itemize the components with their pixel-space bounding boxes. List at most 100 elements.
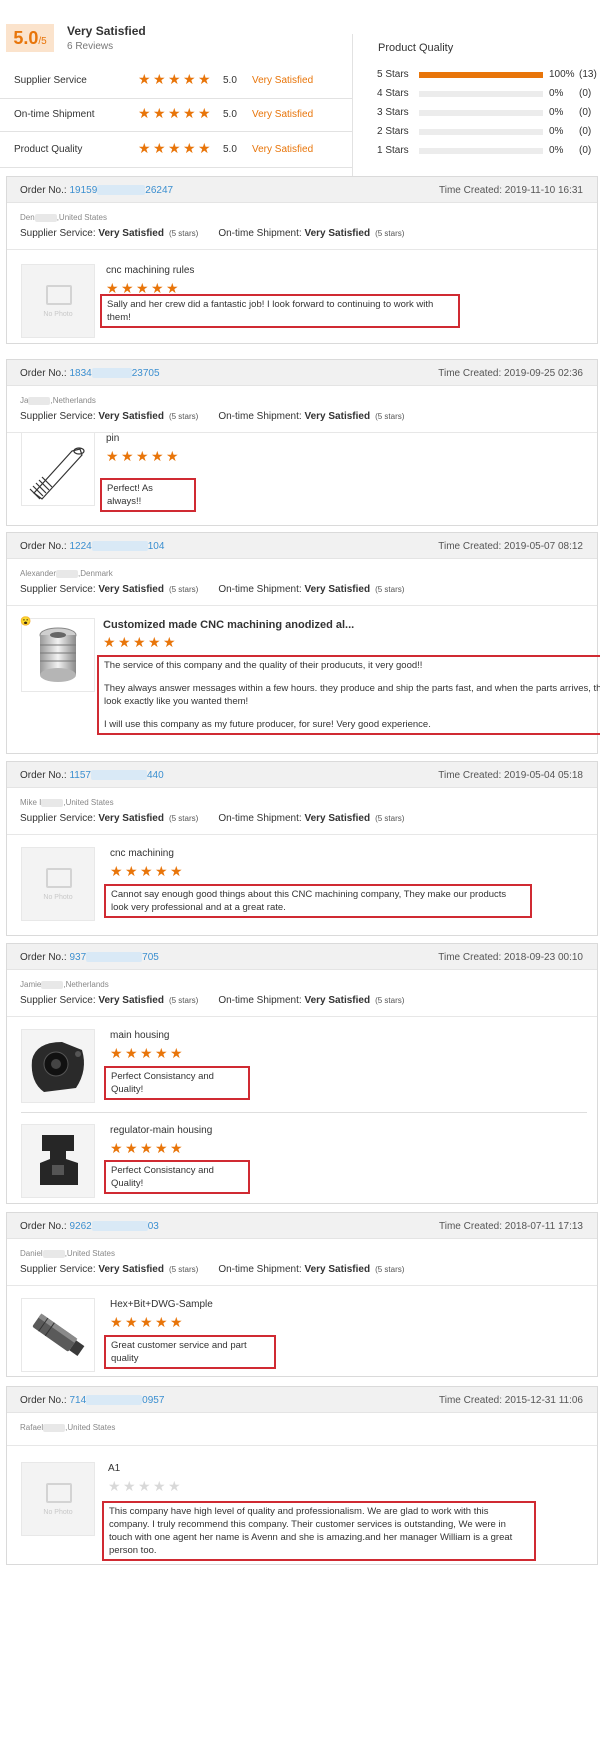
review-header: Order No.: 9262 03 Time Created: 2018-07-1… [7, 1213, 597, 1239]
product-name[interactable]: cnc machining rules [106, 265, 194, 276]
star-icon: ★ [153, 105, 166, 121]
distribution-row: 2 Stars 0% (0) [377, 125, 597, 139]
product-thumbnail[interactable] [21, 1029, 95, 1103]
product-thumbnail[interactable] [21, 432, 95, 506]
ontime-shipment-value: Very Satisfied [304, 995, 371, 1006]
product-thumbnail[interactable]: 😮 [20, 616, 95, 692]
order-suffix: 440 [146, 770, 164, 781]
product-name[interactable]: Hex+Bit+DWG-Sample [110, 1299, 213, 1310]
star-icon: ★ [168, 1478, 181, 1494]
black-housing-image [22, 1030, 94, 1105]
star-icon: ★ [163, 634, 176, 650]
order-suffix: 23705 [131, 368, 160, 379]
order-suffix: 26247 [145, 185, 174, 196]
supplier-service-label: Supplier Service: [20, 411, 96, 422]
ontime-shipment-stars: (5 stars) [375, 996, 405, 1005]
review-header: Order No.: 1834 23705 Time Created: 2019-0… [7, 360, 597, 386]
product-name[interactable]: main housing [110, 1030, 169, 1041]
time-label: Time Created: [439, 1395, 502, 1406]
product-name[interactable]: regulator-main housing [110, 1125, 212, 1136]
distribution-label: 5 Stars [377, 69, 409, 80]
order-number: Order No.: 1834 23705 [20, 368, 160, 379]
product-name[interactable]: cnc machining [110, 848, 174, 859]
distribution-count: (0) [579, 107, 592, 118]
review-paragraph: They always answer messages within a few… [104, 683, 600, 707]
product-thumbnail[interactable]: No Photo [21, 847, 95, 921]
product-name[interactable]: A1 [108, 1463, 120, 1474]
ontime-shipment-stars: (5 stars) [375, 585, 405, 594]
star-icon: ★ [183, 140, 196, 156]
black-regulator-image [22, 1125, 94, 1200]
product-thumbnail[interactable] [21, 1298, 95, 1372]
order-link[interactable]: 19159 26247 [69, 185, 173, 196]
review-text: Perfect Consistancy and Quality! [104, 1160, 250, 1194]
order-suffix: 705 [142, 952, 159, 963]
star-icon: ★ [153, 71, 166, 87]
dimension-value: 5.0 [223, 74, 237, 86]
redacted-mask [91, 1221, 148, 1232]
order-suffix: 03 [147, 1221, 159, 1232]
divider [7, 1445, 597, 1446]
dimension-stars: ★ ★ ★ ★ ★ [138, 105, 211, 121]
product-thumbnail[interactable]: No Photo [21, 264, 95, 338]
time-label: Time Created: [438, 368, 502, 379]
order-link[interactable]: 1157 440 [69, 770, 163, 781]
product-name[interactable]: pin [106, 433, 119, 444]
supplier-service-stars: (5 stars) [168, 814, 199, 823]
star-icon: ★ [133, 634, 146, 650]
ontime-shipment-stars: (5 stars) [375, 412, 405, 421]
redacted-mask [91, 368, 132, 379]
order-link[interactable]: 937 705 [69, 952, 158, 963]
distribution-label: 1 Stars [377, 145, 409, 156]
review-text: Cannot say enough good things about this… [104, 884, 532, 918]
order-suffix: 0957 [142, 1395, 165, 1406]
ontime-shipment-label: On-time Shipment: [218, 411, 302, 422]
buyer-info: Alexander ,Denmark [20, 569, 113, 578]
ontime-shipment-label: On-time Shipment: [218, 1264, 302, 1275]
product-rating-stars: ★ ★ ★ ★ ★ [110, 1314, 183, 1330]
star-icon: ★ [110, 863, 123, 879]
distribution-bar-fill [419, 72, 543, 78]
review-card: Order No.: 937 705 Time Created: 2018-09-2… [6, 943, 598, 1204]
review-text: Sally and her crew did a fantastic job! … [100, 294, 460, 328]
time-value: 2018-09-23 00:10 [504, 952, 583, 963]
redacted-mask [90, 770, 147, 781]
supplier-service-stars: (5 stars) [168, 412, 199, 421]
order-link[interactable]: 9262 03 [69, 1221, 158, 1232]
star-icon: ★ [155, 1045, 168, 1061]
product-quality-title: Product Quality [378, 42, 454, 54]
product-thumbnail[interactable] [21, 1124, 95, 1198]
product-rating-stars: ★ ★ ★ ★ ★ [106, 449, 179, 463]
review-text: This company have high level of quality … [102, 1501, 536, 1561]
product-rating-stars: ★ ★ ★ ★ ★ [108, 1478, 181, 1494]
dimension-label: Supplier Service [14, 74, 87, 86]
product-thumbnail[interactable]: No Photo [21, 1462, 95, 1536]
order-link[interactable]: 1834 23705 [69, 368, 159, 379]
star-icon: ★ [138, 140, 151, 156]
divider [7, 1016, 597, 1017]
product-name[interactable]: Customized made CNC machining anodized a… [103, 619, 354, 631]
ontime-shipment-value: Very Satisfied [304, 411, 371, 422]
ontime-shipment-value: Very Satisfied [304, 1264, 371, 1275]
ratings-line: Supplier Service: Very Satisfied (5 stars… [20, 995, 424, 1006]
no-photo-label: No Photo [43, 1509, 73, 1516]
star-icon: ★ [155, 1140, 168, 1156]
time-label: Time Created: [438, 541, 502, 552]
reviews-count[interactable]: 6 Reviews [67, 41, 113, 52]
order-prefix: 19159 [69, 185, 98, 196]
order-link[interactable]: 1224 104 [69, 541, 164, 552]
review-header: Order No.: 1224 104 Time Created: 2019-05-… [7, 533, 597, 559]
star-icon: ★ [170, 1314, 183, 1330]
time-created: Time Created: 2019-09-25 02:36 [438, 368, 583, 379]
star-icon: ★ [125, 1140, 138, 1156]
no-photo-icon [46, 1483, 72, 1503]
order-link[interactable]: 714 0957 [69, 1395, 164, 1406]
redacted-mask [43, 1423, 66, 1432]
review-paragraph: I will use this company as my future pro… [104, 719, 431, 730]
dimension-label: On-time Shipment [14, 108, 95, 120]
review-paragraph: Sally and her crew did a fantastic job! … [107, 299, 434, 323]
ontime-shipment-stars: (5 stars) [375, 814, 405, 823]
score-value: 5.0 [13, 28, 39, 48]
order-number: Order No.: 714 0957 [20, 1395, 164, 1406]
ratings-line: Supplier Service: Very Satisfied (5 stars… [20, 584, 424, 595]
